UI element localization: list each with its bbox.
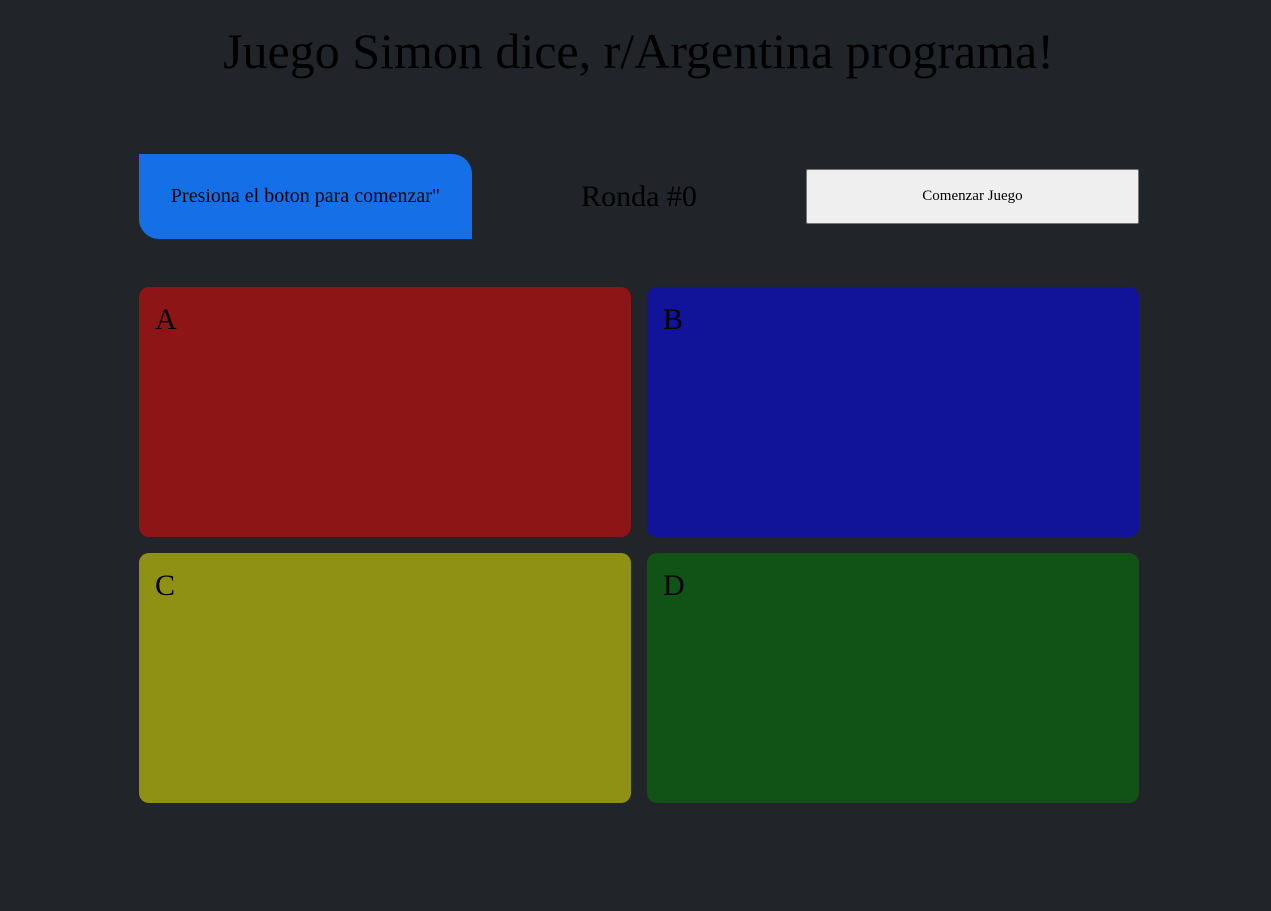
start-game-button[interactable]: Comenzar Juego: [806, 169, 1139, 224]
pad-b[interactable]: B: [647, 287, 1139, 537]
round-counter: Ronda #0: [472, 154, 806, 239]
pad-b-label: B: [663, 303, 684, 336]
pad-a[interactable]: A: [139, 287, 631, 537]
simon-board: A B C D: [139, 287, 1139, 803]
pad-d-label: D: [663, 569, 685, 602]
status-message-text: Presiona el boton para comenzar": [170, 185, 441, 207]
pad-d[interactable]: D: [647, 553, 1139, 803]
status-message: Presiona el boton para comenzar": [139, 154, 472, 239]
pad-c[interactable]: C: [139, 553, 631, 803]
round-counter-text: Ronda #0: [581, 179, 697, 213]
pad-c-label: C: [155, 569, 176, 602]
pad-a-label: A: [155, 303, 177, 336]
page-title: Juego Simon dice, r/Argentina programa!: [223, 23, 1054, 79]
